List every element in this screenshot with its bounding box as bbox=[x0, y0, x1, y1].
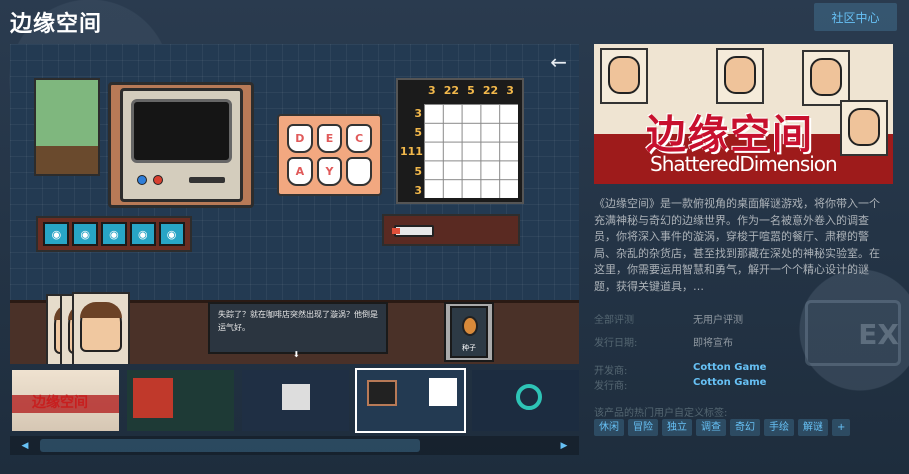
add-tag-button[interactable]: + bbox=[832, 419, 851, 436]
scroll-right-icon[interactable]: ▶ bbox=[549, 436, 579, 455]
column-clue: 5 bbox=[467, 84, 475, 97]
community-hub-button[interactable]: 社区中心 bbox=[814, 3, 897, 31]
scroll-left-icon[interactable]: ◀ bbox=[10, 436, 40, 455]
thumbnail[interactable]: 边缘空间 bbox=[10, 368, 121, 433]
lock-strip: ◉ ◉ ◉ ◉ ◉ bbox=[36, 216, 192, 252]
publisher-label: 发行商: bbox=[594, 381, 628, 392]
back-arrow-icon: ← bbox=[550, 50, 567, 74]
lock-icon: ◉ bbox=[129, 222, 156, 246]
lock-icon: ◉ bbox=[100, 222, 127, 246]
crt-monitor bbox=[120, 88, 243, 202]
capsule-subtitle: ShatteredDimension bbox=[650, 152, 838, 176]
row-clues: 3 5 111 5 3 bbox=[400, 104, 423, 200]
developer-label: 开发商: bbox=[594, 366, 628, 377]
row-clue: 5 bbox=[414, 126, 422, 140]
tag[interactable]: 休闲 bbox=[594, 419, 624, 436]
tooth-tile: Y bbox=[316, 157, 343, 186]
page-title: 边缘空间 bbox=[10, 12, 103, 37]
row-clue: 111 bbox=[400, 145, 423, 159]
lock-icon: ◉ bbox=[158, 222, 185, 246]
thumbnail-title: 边缘空间 bbox=[32, 395, 88, 411]
plant-panel bbox=[34, 78, 100, 176]
tags-label: 该产品的热门用户自定义标签: bbox=[594, 408, 728, 419]
tooth-tile: E bbox=[316, 124, 343, 153]
nonogram-puzzle: 3 22 5 22 3 3 5 111 5 3 bbox=[396, 78, 524, 204]
tooth-tile: D bbox=[287, 124, 313, 153]
tag[interactable]: 手绘 bbox=[764, 419, 794, 436]
release-value: 即将宣布 bbox=[693, 338, 733, 349]
row-clue: 3 bbox=[414, 183, 422, 197]
nonogram-grid bbox=[424, 104, 518, 198]
reviews-value: 无用户评测 bbox=[693, 315, 743, 326]
thumbnail[interactable] bbox=[470, 368, 579, 433]
character-card bbox=[802, 50, 850, 106]
character-card bbox=[600, 48, 648, 104]
dialog-box: 失踪了？就在咖啡店突然出现了漩涡？他倒是运气好。 bbox=[208, 302, 388, 354]
thumbnail-selected[interactable] bbox=[355, 368, 466, 433]
flashlight-icon bbox=[392, 225, 434, 237]
lock-icon: ◉ bbox=[72, 222, 99, 246]
row-clue: 5 bbox=[414, 164, 422, 178]
tooth-puzzle: D E C A Y bbox=[277, 114, 382, 196]
seed-icon bbox=[462, 316, 478, 336]
tag-list: 休闲 冒险 独立 调查 奇幻 手绘 解谜 + bbox=[594, 419, 851, 436]
release-label: 发行日期: bbox=[594, 338, 638, 349]
character-card bbox=[840, 100, 888, 156]
thumbnail[interactable] bbox=[125, 368, 236, 433]
flashlight-slot bbox=[382, 214, 520, 246]
character-card bbox=[716, 48, 764, 104]
column-clues: 3 22 5 22 3 bbox=[424, 84, 518, 100]
game-description: 《边缘空间》是一款俯视角的桌面解谜游戏，将你带入一个充满神秘与奇幻的边缘世界。作… bbox=[594, 197, 880, 293]
reviews-label: 全部评测 bbox=[594, 315, 634, 326]
tag[interactable]: 奇幻 bbox=[730, 419, 760, 436]
column-clue: 22 bbox=[482, 84, 499, 97]
tag[interactable]: 调查 bbox=[696, 419, 726, 436]
tag[interactable]: 冒险 bbox=[628, 419, 658, 436]
thumbnail-strip: 边缘空间 bbox=[10, 368, 579, 433]
tag[interactable]: 独立 bbox=[662, 419, 692, 436]
column-clue: 3 bbox=[506, 84, 514, 97]
developer-link[interactable]: Cotton Game bbox=[693, 362, 766, 373]
row-clue: 3 bbox=[414, 107, 422, 121]
lock-icon: ◉ bbox=[43, 222, 70, 246]
thumbnail[interactable] bbox=[240, 368, 351, 433]
capsule-image: 边缘空间 ShatteredDimension bbox=[594, 44, 893, 184]
thumbnail-scrollbar[interactable]: ◀ ▶ bbox=[10, 436, 579, 455]
tooth-tile: A bbox=[287, 157, 313, 186]
item-card: 种子 bbox=[450, 306, 488, 358]
tooth-tile bbox=[346, 157, 372, 186]
portrait-card-active bbox=[72, 292, 130, 364]
column-clue: 3 bbox=[428, 84, 436, 97]
publisher-link[interactable]: Cotton Game bbox=[693, 377, 766, 388]
scroll-thumb[interactable] bbox=[40, 439, 420, 452]
dialog-continue-icon: ⬇ bbox=[293, 350, 300, 359]
background-decoration: EX bbox=[858, 318, 899, 351]
column-clue: 22 bbox=[443, 84, 460, 97]
tooth-tile: C bbox=[346, 124, 372, 153]
main-screenshot[interactable]: ← D E C A Y 3 22 5 22 3 3 5 111 5 3 ◉ ◉ … bbox=[10, 44, 579, 364]
item-label: 种子 bbox=[462, 344, 476, 352]
tag[interactable]: 解谜 bbox=[798, 419, 828, 436]
